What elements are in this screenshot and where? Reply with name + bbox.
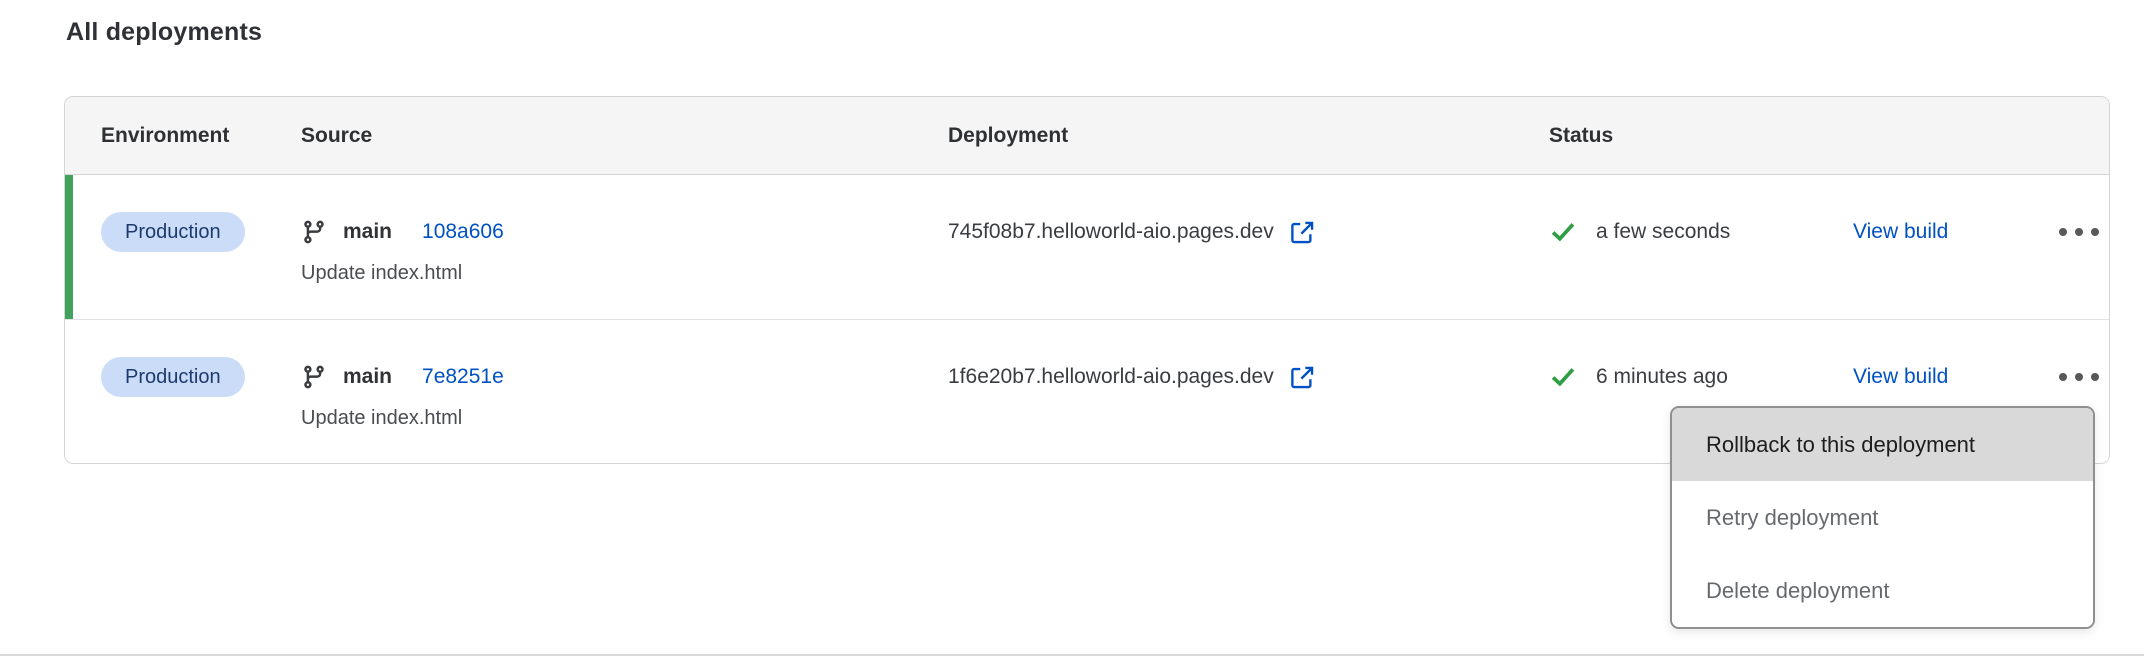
commit-message: Update index.html	[301, 262, 948, 285]
commit-link[interactable]: 108a606	[422, 220, 504, 244]
more-actions-button[interactable]	[2051, 211, 2107, 253]
menu-item-rollback[interactable]: Rollback to this deployment	[1672, 408, 2093, 481]
current-deployment-bar	[65, 175, 73, 319]
menu-item-delete[interactable]: Delete deployment	[1672, 554, 2093, 627]
commit-link[interactable]: 7e8251e	[422, 365, 504, 389]
git-branch-icon	[301, 364, 327, 390]
git-branch-icon	[301, 219, 327, 245]
page-bottom-divider	[0, 654, 2144, 656]
commit-message: Update index.html	[301, 407, 948, 430]
deployment-actions-menu: Rollback to this deployment Retry deploy…	[1670, 406, 2095, 629]
external-link-icon[interactable]	[1289, 219, 1316, 246]
branch-name: main	[343, 365, 392, 389]
header-deployment: Deployment	[948, 124, 1549, 148]
check-icon	[1549, 218, 1577, 246]
view-build-link[interactable]: View build	[1853, 365, 1948, 389]
environment-badge: Production	[101, 357, 245, 397]
header-source: Source	[301, 124, 948, 148]
external-link-icon[interactable]	[1289, 364, 1316, 391]
header-status: Status	[1549, 124, 1853, 148]
deployments-page: All deployments Environment Source Deplo…	[0, 0, 2144, 662]
branch-name: main	[343, 220, 392, 244]
deployment-url: 1f6e20b7.helloworld-aio.pages.dev	[948, 365, 1274, 389]
page-title: All deployments	[66, 18, 262, 47]
table-row: Production main 108a606 Update index.htm…	[65, 175, 2109, 319]
environment-badge: Production	[101, 212, 245, 252]
status-text: 6 minutes ago	[1596, 365, 1728, 389]
deployment-url: 745f08b7.helloworld-aio.pages.dev	[948, 220, 1274, 244]
check-icon	[1549, 363, 1577, 391]
table-header-row: Environment Source Deployment Status	[65, 97, 2109, 175]
view-build-link[interactable]: View build	[1853, 220, 1948, 244]
more-actions-button[interactable]	[2051, 356, 2107, 398]
header-environment: Environment	[65, 124, 301, 148]
menu-item-retry[interactable]: Retry deployment	[1672, 481, 2093, 554]
status-text: a few seconds	[1596, 220, 1730, 244]
